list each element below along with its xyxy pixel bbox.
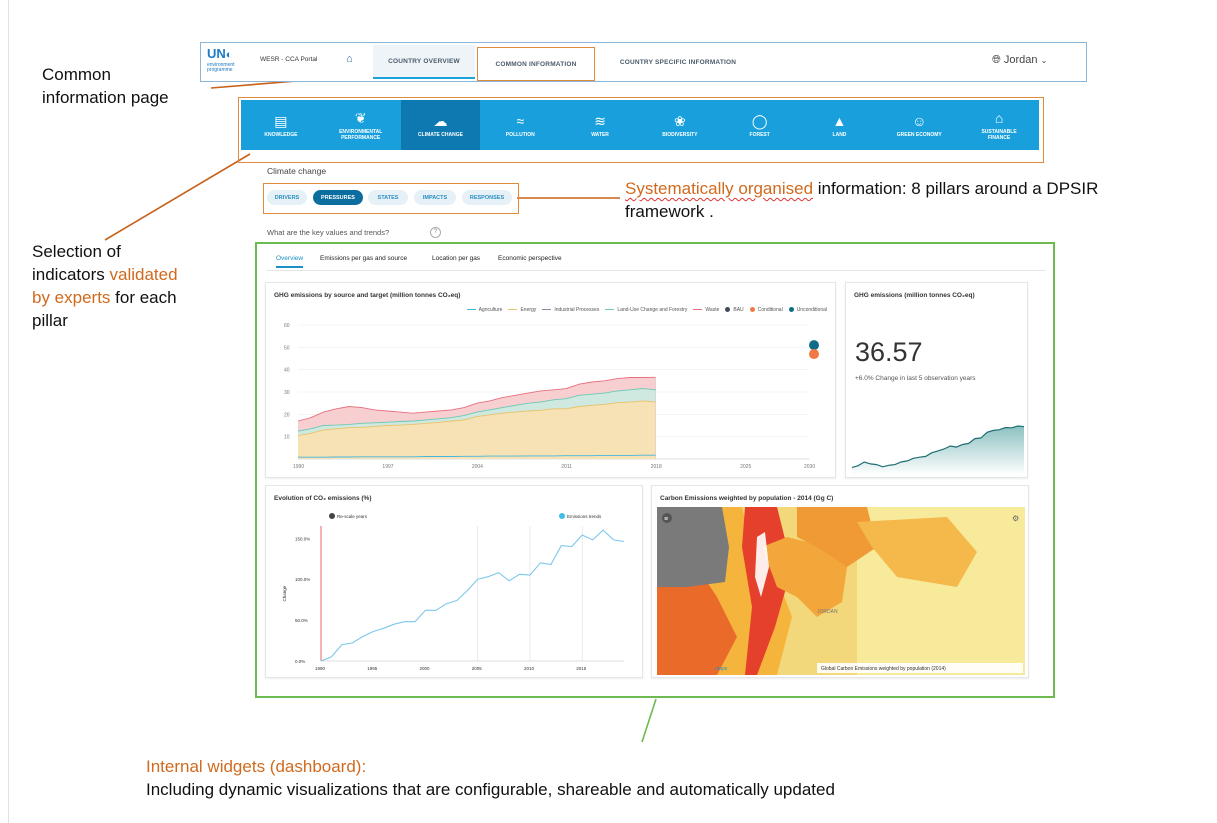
y-tick-label: 30: [284, 390, 290, 396]
co2-chart-card: Evolution of CO₂ emissions (%) Re-scale …: [265, 485, 643, 678]
y-tick-label: 40: [284, 368, 290, 374]
kpi-sparkline: [851, 425, 1025, 475]
y-tick-label: 50: [284, 345, 290, 351]
key-values-question: What are the key values and trends?: [267, 228, 390, 237]
y-tick-label: 60: [284, 323, 290, 329]
section-title: Climate change: [267, 166, 327, 176]
x-tick-label: 1995: [367, 666, 378, 671]
annotation-widgets-text: Including dynamic visualizations that ar…: [146, 780, 835, 799]
x-tick-label: 1997: [382, 464, 393, 470]
annotation-dpsir: Systematically organised information: 8 …: [625, 179, 1099, 221]
x-tick-label: 2030: [804, 464, 815, 470]
map-credit: maps: [715, 666, 728, 672]
target-point: [809, 349, 819, 360]
subtab-location-per-gas[interactable]: Location per gas: [432, 255, 480, 262]
y-tick-label: 10: [284, 435, 290, 441]
pillar-biodiversity[interactable]: ❀ BIODIVERSITY: [640, 100, 720, 150]
pillar-environmental-performance[interactable]: ❦ ENVIRONMENTAL PERFORMANCE: [321, 100, 401, 150]
x-tick-label: 2015: [576, 666, 587, 671]
book-icon: ▤: [274, 112, 288, 129]
emissions-trend-line: [320, 529, 625, 662]
tab-pressures[interactable]: PRESSURES: [313, 190, 363, 205]
country-selector[interactable]: 🌐︎ Jordan ⌄: [992, 54, 1047, 67]
y-tick-label: 20: [284, 412, 290, 418]
pillar-knowledge[interactable]: ▤ KNOWLEDGE: [241, 100, 321, 150]
tab-responses[interactable]: RESPONSES: [462, 190, 512, 205]
annotation-common-info: Common information page: [42, 65, 169, 107]
people-icon: ☺: [912, 112, 927, 129]
butterfly-icon: ❀: [674, 112, 686, 129]
tab-common-information[interactable]: COMMON INFORMATION: [477, 47, 595, 81]
tree-icon: ◯: [751, 112, 768, 129]
pillar-green-economy[interactable]: ☺ GREEN ECONOMY: [879, 100, 959, 150]
pillar-sustainable-finance[interactable]: ⌂ SUSTAINABLE FINANCE: [959, 100, 1039, 150]
ghg-chart-card: GHG emissions by source and target (mill…: [265, 282, 836, 478]
co2-chart: Re-scale years Emissions trends 1990 1995 20…: [282, 513, 625, 671]
x-tick-label: 1990: [293, 464, 304, 470]
target-point: [809, 340, 819, 351]
subtab-overview[interactable]: Overview: [276, 255, 304, 268]
x-tick-label: 2000: [419, 666, 430, 671]
x-tick-label: 2025: [740, 464, 751, 470]
legend-dot-rescale: [329, 513, 335, 519]
pillar-forest[interactable]: ◯ FOREST: [720, 100, 800, 150]
portal-name[interactable]: WESR - CCA Portal: [260, 56, 317, 63]
y-tick-label: 100.0%: [295, 577, 310, 582]
pillar-climate-change[interactable]: ☁ CLIMATE CHANGE: [400, 100, 481, 150]
tab-country-specific-information[interactable]: COUNTRY SPECIFIC INFORMATION: [606, 45, 750, 79]
map-label-jordan: JORDAN: [817, 609, 838, 615]
pillar-land[interactable]: ▲ LAND: [800, 100, 880, 150]
x-tick-label: 2010: [524, 666, 535, 671]
x-tick-label: 2018: [651, 464, 662, 470]
waves-icon: ≋: [594, 112, 606, 129]
ghg-chart: 1020304050601990 1997 2004 2011 2018 2025 2030: [284, 323, 819, 470]
y-tick-label: 0.0%: [295, 659, 305, 664]
help-icon[interactable]: ?: [430, 227, 441, 238]
gear-icon[interactable]: ⚙: [1012, 514, 1019, 523]
pillar-water[interactable]: ≋ WATER: [560, 100, 640, 150]
mountain-icon: ▲: [832, 112, 847, 129]
tab-drivers[interactable]: DRIVERS: [267, 190, 307, 205]
legend-label-trend: Emissions trends: [567, 514, 602, 519]
y-tick-label: 150.0%: [295, 536, 310, 541]
map-title: Carbon Emissions weighted by population …: [660, 495, 834, 502]
globe-icon: 🌐︎: [992, 54, 1001, 66]
pillar-nav: ▤ KNOWLEDGE ❦ ENVIRONMENTAL PERFORMANCE ☁ C…: [241, 100, 1039, 150]
tab-country-overview[interactable]: COUNTRY OVERVIEW: [373, 45, 475, 79]
x-tick-label: 1990: [315, 666, 326, 671]
smoke-icon: ≈: [516, 112, 525, 129]
x-tick-label: 2011: [561, 464, 572, 470]
chevron-down-icon: ⌄: [1040, 56, 1048, 65]
subtab-emissions-per-gas[interactable]: Emissions per gas and source: [320, 255, 407, 262]
legend-dot-trend: [559, 513, 565, 519]
pillar-pollution[interactable]: ≈ POLLUTION: [480, 100, 560, 150]
home-icon[interactable]: ⌂: [346, 53, 353, 65]
subtab-economic-perspective[interactable]: Economic perspective: [498, 255, 562, 262]
widgets-connector: [641, 698, 657, 743]
y-axis-label: Change: [282, 585, 287, 601]
map-view[interactable]: JORDAN ≡ ⚙ Global Carbon Emissions weigh…: [657, 507, 1025, 675]
x-tick-label: 2005: [472, 666, 483, 671]
subtab-divider: [266, 270, 1046, 271]
x-tick-label: 2004: [472, 464, 483, 470]
legend-label-rescale: Re-scale years: [337, 514, 368, 519]
tab-impacts[interactable]: IMPACTS: [414, 190, 456, 205]
cloud-sun-icon: ☁: [433, 112, 448, 129]
map-card: Carbon Emissions weighted by population …: [651, 485, 1029, 678]
menu-icon: ≡: [664, 516, 668, 523]
map-caption: Global Carbon Emissions weighted by popu…: [821, 666, 946, 672]
kpi-card: GHG emissions (million tonnes CO₂eq) 36.…: [845, 282, 1028, 478]
bank-icon: ⌂: [994, 109, 1004, 126]
annotation-widgets-title: Internal widgets (dashboard):: [146, 757, 367, 776]
unep-logo[interactable]: UN◐ environment programme: [207, 47, 245, 76]
annotation-selection: Selection of indicators validated by exp…: [32, 242, 178, 330]
leaf-icon: ❦: [354, 109, 367, 126]
tab-states[interactable]: STATES: [368, 190, 408, 205]
y-tick-label: 50.0%: [295, 618, 308, 623]
selection-connector: [104, 153, 251, 241]
